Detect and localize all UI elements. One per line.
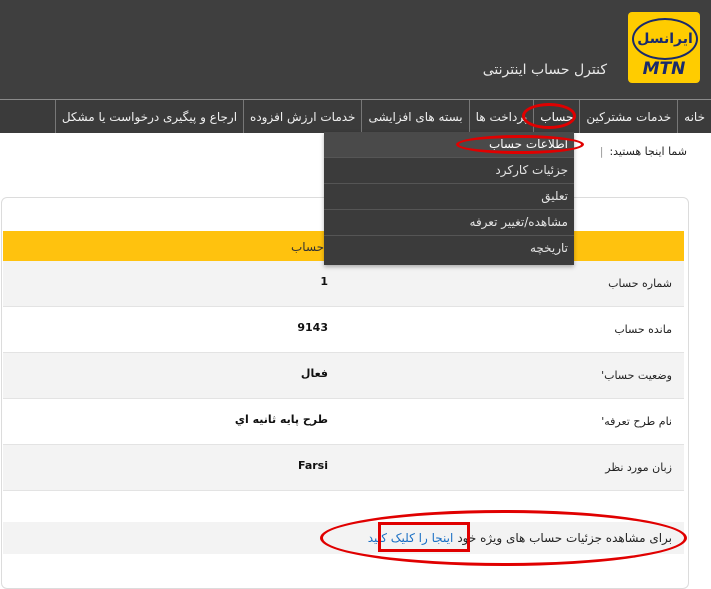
table-row: مانده حساب 9143: [3, 307, 684, 353]
menu-item-usage-details[interactable]: جزئیات کارکرد: [324, 158, 574, 184]
nav-customer-services[interactable]: خدمات مشترکین: [579, 100, 677, 133]
menu-item-history[interactable]: تاریخچه: [324, 236, 574, 261]
nav-value-added-services[interactable]: خدمات ارزش افزوده: [243, 100, 361, 133]
row-value: طرح پایه ثانیه اي: [234, 413, 328, 426]
click-here-link[interactable]: اینجا را کلیک کنید: [368, 531, 454, 545]
irancell-logo[interactable]: ایرانسل MTN: [628, 12, 700, 83]
table-row: نام طرح تعرفه' طرح پایه ثانیه اي: [3, 399, 684, 445]
nav-support-requests[interactable]: ارجاع و پیگیری درخواست یا مشکل: [54, 100, 243, 133]
row-label: نام طرح تعرفه': [601, 415, 672, 428]
row-label: وضعیت حساب': [601, 369, 672, 382]
row-value: 9143: [297, 321, 328, 334]
menu-item-account-info[interactable]: اطلاعات حساب: [324, 132, 574, 158]
table-row: زبان مورد نظر Farsi: [3, 445, 684, 491]
nav-home[interactable]: خانه: [677, 100, 711, 133]
special-accounts-row: برای مشاهده جزئیات حساب های ویژه خود این…: [3, 522, 684, 554]
table-row: وضعیت حساب' فعال: [3, 353, 684, 399]
breadcrumb: شما اینجا هستید: |: [600, 145, 687, 158]
row-value: فعال: [300, 367, 328, 380]
table-row-empty: [3, 491, 684, 523]
nav-addon-packages[interactable]: بسته های افزایشی: [361, 100, 468, 133]
nav-account[interactable]: حساب: [533, 100, 579, 133]
breadcrumb-separator: |: [599, 145, 604, 158]
row-value: Farsi: [297, 459, 328, 472]
menu-item-suspend[interactable]: تعلیق: [324, 184, 574, 210]
account-dropdown-menu: اطلاعات حساب جزئیات کارکرد تعلیق مشاهده/…: [324, 132, 574, 265]
logo-brand: MTN: [642, 59, 686, 79]
main-nav: خانه خدمات مشترکین حساب پرداخت ها بسته ه…: [0, 99, 711, 133]
breadcrumb-prefix: شما اینجا هستید:: [609, 145, 687, 158]
menu-item-tariff[interactable]: مشاهده/تغییر تعرفه: [324, 210, 574, 236]
nav-payments[interactable]: پرداخت ها: [468, 100, 534, 133]
row-label: زبان مورد نظر: [605, 461, 672, 474]
table-row: شماره حساب 1: [3, 261, 684, 307]
row-label: مانده حساب: [614, 323, 672, 336]
site-title: کنترل حساب اینترنتی: [482, 62, 607, 78]
header: ایرانسل MTN کنترل حساب اینترنتی: [0, 0, 711, 99]
row-label: شماره حساب: [608, 277, 672, 290]
table-header-title: حساب: [291, 240, 325, 254]
special-accounts-text: برای مشاهده جزئیات حساب های ویژه خود: [457, 531, 672, 545]
logo-wordmark: ایرانسل: [632, 18, 698, 60]
row-value: 1: [320, 275, 328, 288]
